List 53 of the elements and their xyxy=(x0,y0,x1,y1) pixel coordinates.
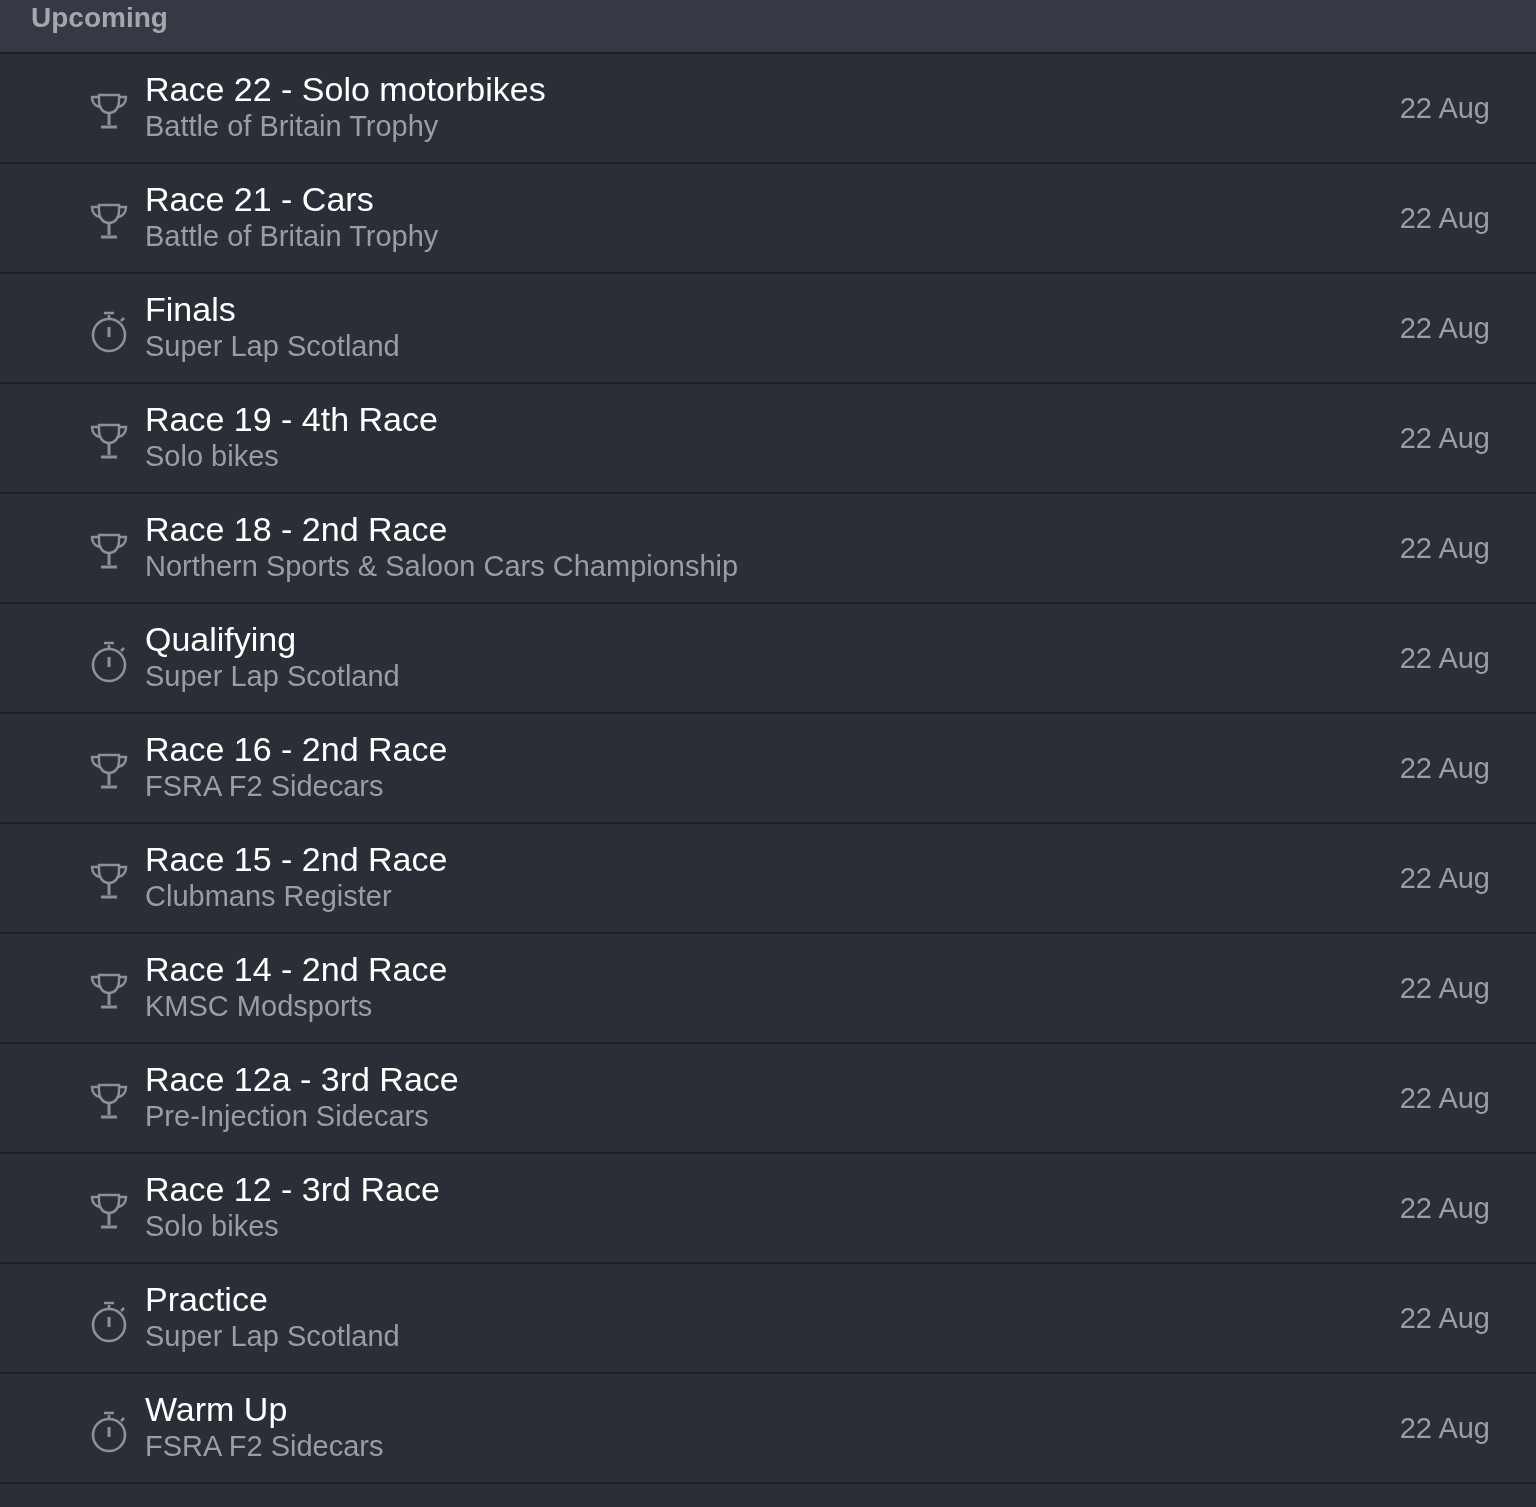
stopwatch-icon xyxy=(89,309,129,353)
event-title: Race 15 - 2nd Race xyxy=(145,839,449,879)
event-title: Race 12a - 3rd Race xyxy=(145,1059,460,1099)
event-subtitle: Clubmans Register xyxy=(145,879,393,913)
section-title: Upcoming xyxy=(31,2,168,34)
trophy-icon xyxy=(89,1191,129,1231)
event-date: 22 Aug xyxy=(1399,861,1491,895)
event-subtitle: Super Lap Scotland xyxy=(145,659,401,693)
event-subtitle: Solo bikes xyxy=(145,1209,280,1243)
event-date: 22 Aug xyxy=(1399,641,1491,675)
event-title: Race 21 - Cars xyxy=(145,179,375,219)
event-title: Race 18 - 2nd Race xyxy=(145,509,449,549)
event-date: 22 Aug xyxy=(1399,751,1491,785)
event-subtitle: KMSC Modsports xyxy=(145,989,374,1023)
trophy-icon xyxy=(89,861,129,901)
trophy-icon xyxy=(89,201,129,241)
stopwatch-icon xyxy=(89,1409,129,1453)
event-subtitle: Super Lap Scotland xyxy=(145,329,401,363)
trophy-icon xyxy=(89,971,129,1011)
trophy-icon xyxy=(89,1081,129,1121)
event-date: 22 Aug xyxy=(1399,1301,1491,1335)
event-subtitle: Solo bikes xyxy=(145,439,280,473)
event-title: Race 14 - 2nd Race xyxy=(145,949,449,989)
event-date: 22 Aug xyxy=(1399,1411,1491,1445)
event-title: Practice xyxy=(145,1279,269,1319)
event-date: 22 Aug xyxy=(1399,91,1491,125)
event-subtitle: Super Lap Scotland xyxy=(145,1319,401,1353)
trophy-icon xyxy=(89,91,129,131)
event-subtitle: Battle of Britain Trophy xyxy=(145,109,440,143)
event-subtitle: Battle of Britain Trophy xyxy=(145,219,440,253)
event-title: Race 22 - Solo motorbikes xyxy=(145,69,547,109)
event-subtitle: Northern Sports & Saloon Cars Championship xyxy=(145,549,740,583)
event-subtitle: FSRA F2 Sidecars xyxy=(145,769,385,803)
event-title: Race 19 - 4th Race xyxy=(145,399,439,439)
trophy-icon xyxy=(89,751,129,791)
event-title: Finals xyxy=(145,289,237,329)
event-date: 22 Aug xyxy=(1399,971,1491,1005)
event-date: 22 Aug xyxy=(1399,1191,1491,1225)
event-date: 22 Aug xyxy=(1399,531,1491,565)
stopwatch-icon xyxy=(89,639,129,683)
event-date: 22 Aug xyxy=(1399,311,1491,345)
event-subtitle: FSRA F2 Sidecars xyxy=(145,1429,385,1463)
event-date: 22 Aug xyxy=(1399,421,1491,455)
event-title: Qualifying xyxy=(145,619,298,659)
trophy-icon xyxy=(89,531,129,571)
event-date: 22 Aug xyxy=(1399,201,1491,235)
event-subtitle: Pre-Injection Sidecars xyxy=(145,1099,430,1133)
stopwatch-icon xyxy=(89,1299,129,1343)
event-title: Race 16 - 2nd Race xyxy=(145,729,449,769)
event-date: 22 Aug xyxy=(1399,1081,1491,1115)
event-title: Warm Up xyxy=(145,1389,289,1429)
event-title: Race 12 - 3rd Race xyxy=(145,1169,441,1209)
trophy-icon xyxy=(89,421,129,461)
